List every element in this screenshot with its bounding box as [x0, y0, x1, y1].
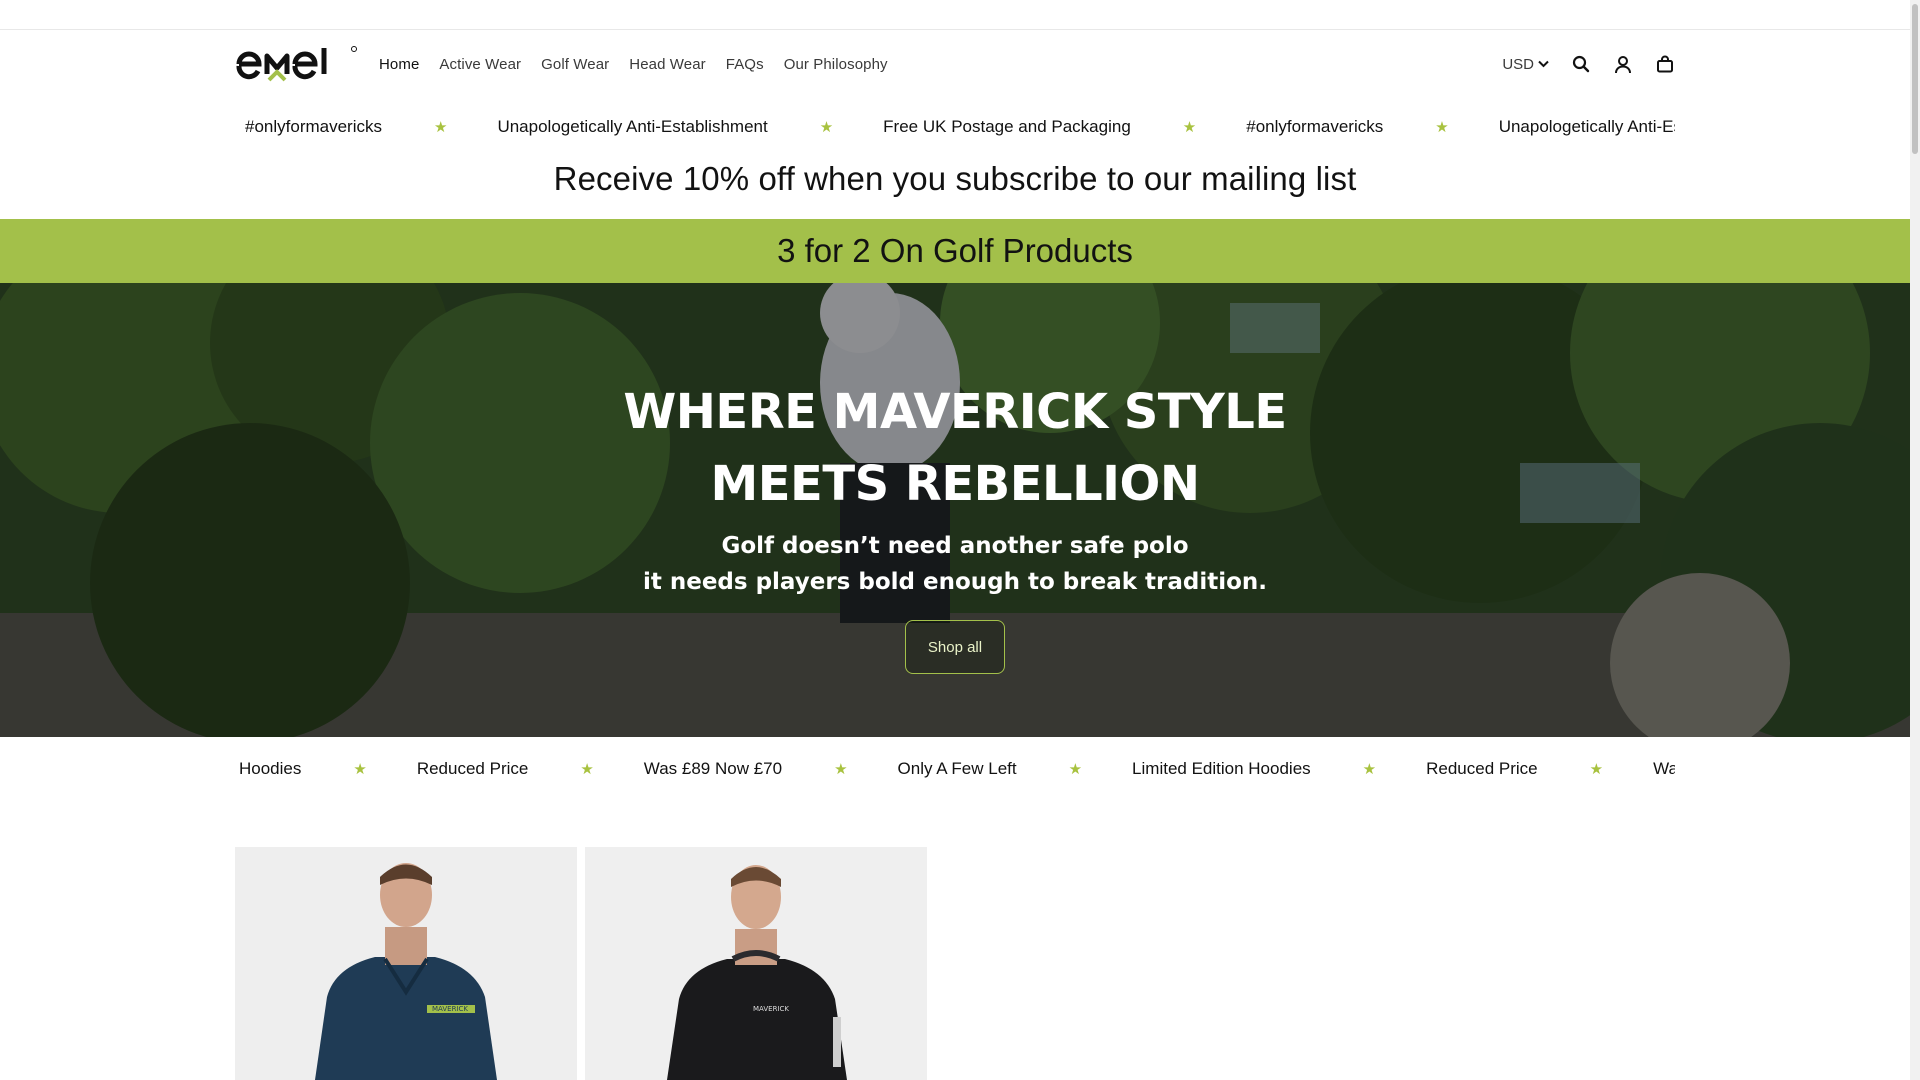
star-icon: ★: [834, 761, 848, 778]
star-icon: ★: [819, 119, 834, 136]
top-strip: [0, 0, 1910, 30]
account-icon[interactable]: [1613, 54, 1633, 74]
promo-bar: 3 for 2 On Golf Products: [0, 219, 1910, 283]
site-header: emel Home Active Wear Golf Wear Head Wea…: [235, 31, 1675, 97]
scrollbar-thumb[interactable]: [1912, 4, 1918, 154]
nav-our-philosophy[interactable]: Our Philosophy: [784, 56, 888, 73]
page: emel Home Active Wear Golf Wear Head Wea…: [0, 0, 1910, 1080]
hero-banner: WHERE MAVERICK STYLE MEETS REBELLION Gol…: [0, 283, 1910, 737]
search-icon[interactable]: [1571, 54, 1591, 74]
subscribe-banner[interactable]: Receive 10% off when you subscribe to ou…: [0, 160, 1910, 198]
hero-title-line-1: WHERE MAVERICK STYLE: [623, 384, 1287, 440]
logo-icon: [236, 46, 357, 82]
product-card[interactable]: MAVERICK: [585, 847, 927, 1080]
marquee-item: #onlyformavericks: [1246, 117, 1384, 136]
bag-icon[interactable]: [1655, 54, 1675, 74]
main-nav: Home Active Wear Golf Wear Head Wear FAQ…: [379, 56, 888, 73]
shop-all-button[interactable]: Shop all: [905, 620, 1005, 674]
ticker-item: Only A Few Left: [897, 759, 1017, 778]
currency-label: USD: [1502, 55, 1534, 73]
star-icon: ★: [353, 761, 367, 778]
product-grid: MAVERICK MAVERICK: [235, 847, 927, 1080]
announcement-marquee: #onlyformavericks ★ Unapologetically Ant…: [235, 108, 1675, 146]
ticker-item: Hoodies: [239, 759, 302, 778]
star-icon: ★: [1068, 761, 1083, 778]
marquee-item: Unapologetically Anti-Es: [1498, 117, 1675, 136]
hero-title-line-2: MEETS REBELLION: [710, 456, 1200, 512]
sale-ticker: Hoodies ★ Reduced Price ★ Was £89 Now £7…: [235, 750, 1675, 788]
ticker-item: Limited Edition Hoodies: [1132, 759, 1311, 778]
nav-golf-wear[interactable]: Golf Wear: [541, 56, 609, 73]
logo[interactable]: emel: [235, 39, 359, 89]
product-chest-text: MAVERICK: [432, 1005, 468, 1013]
ticker-item: Reduced Price: [1426, 759, 1538, 778]
star-icon: ★: [1435, 119, 1449, 136]
product-image: MAVERICK: [585, 847, 927, 1080]
marquee-item: Unapologetically Anti-Establishment: [497, 117, 768, 136]
ticker-item: Reduced Price: [416, 759, 529, 778]
product-chest-text: MAVERICK: [753, 1005, 789, 1013]
promo-text: 3 for 2 On Golf Products: [777, 232, 1133, 269]
hero-subtitle: Golf doesn’t need another safe polo it n…: [643, 528, 1267, 600]
hero-title: WHERE MAVERICK STYLE MEETS REBELLION: [623, 376, 1287, 520]
product-image: MAVERICK: [235, 847, 577, 1080]
star-icon: ★: [1589, 761, 1604, 778]
star-icon: ★: [1182, 119, 1197, 136]
hero-content: WHERE MAVERICK STYLE MEETS REBELLION Gol…: [0, 283, 1910, 737]
chevron-down-icon: [1538, 60, 1549, 68]
nav-head-wear[interactable]: Head Wear: [629, 56, 706, 73]
product-card[interactable]: MAVERICK: [235, 847, 577, 1080]
marquee-item: Free UK Postage and Packaging: [883, 117, 1131, 136]
nav-active-wear[interactable]: Active Wear: [439, 56, 521, 73]
currency-selector[interactable]: USD: [1502, 56, 1549, 73]
hero-subtitle-line-2: it needs players bold enough to break tr…: [642, 569, 1268, 595]
star-icon: ★: [1362, 761, 1377, 778]
nav-home[interactable]: Home: [379, 56, 419, 73]
ticker-item: Was: [1653, 759, 1675, 778]
header-actions: USD: [1502, 54, 1675, 74]
ticker-item: Was £89 Now £70: [643, 759, 783, 778]
scrollbar[interactable]: [1910, 0, 1920, 1080]
star-icon: ★: [434, 119, 448, 136]
hero-subtitle-line-1: Golf doesn’t need another safe polo: [721, 533, 1189, 559]
nav-faqs[interactable]: FAQs: [726, 56, 764, 73]
marquee-item: #onlyformavericks: [245, 117, 382, 136]
star-icon: ★: [580, 761, 594, 778]
